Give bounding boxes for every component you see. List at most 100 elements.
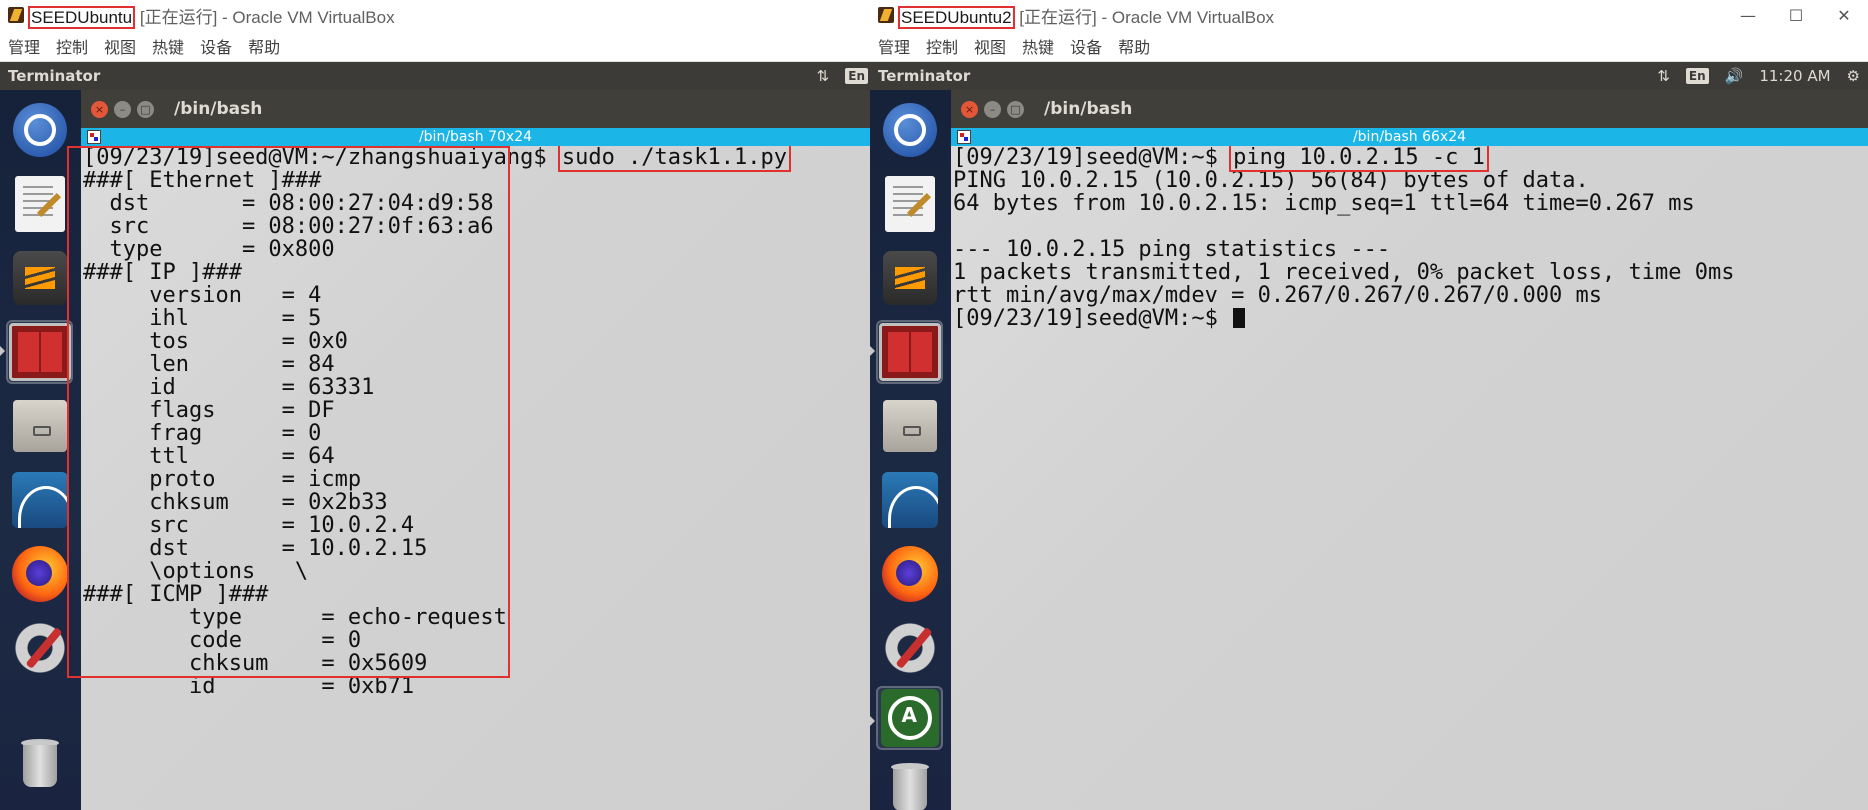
terminal-titlebar[interactable]: × – □ /bin/bash <box>951 90 1868 128</box>
launcher-text-editor[interactable] <box>876 172 943 236</box>
clock[interactable]: 11:20 AM <box>1759 67 1830 85</box>
terminator-icon <box>878 323 941 381</box>
launcher-software-updater[interactable] <box>876 686 943 750</box>
text-cursor <box>1233 308 1246 328</box>
output-line: PING 10.0.2.15 (10.0.2.15) 56(84) bytes … <box>953 168 1589 193</box>
output-line: 1 packets transmitted, 1 received, 0% pa… <box>953 260 1735 285</box>
launcher-system-settings[interactable] <box>6 616 73 680</box>
launcher-text-editor[interactable] <box>6 172 73 236</box>
output-line: version = 4 <box>83 283 322 308</box>
output-line: id = 63331 <box>83 375 375 400</box>
window-titlebar[interactable]: SEEDUbuntu2 [正在运行] - Oracle VM VirtualBo… <box>870 0 1868 30</box>
menu-manage[interactable]: 管理 <box>878 34 910 58</box>
launcher-firefox[interactable] <box>6 542 73 606</box>
unity-launcher <box>870 90 951 810</box>
output-line: id = 0xb71 <box>83 674 415 699</box>
close-icon[interactable]: × <box>961 100 978 118</box>
shell-prompt: [09/23/19]seed@VM:~/zhangshuaiyang$ <box>83 145 560 170</box>
launcher-terminator[interactable] <box>876 320 943 384</box>
terminal-tab-title: /bin/bash 66x24 <box>1352 129 1467 145</box>
menu-hotkeys[interactable]: 热键 <box>152 34 184 58</box>
output-line: len = 84 <box>83 352 335 377</box>
terminal-console[interactable]: [09/23/19]seed@VM:~$ ping 10.0.2.15 -c 1… <box>951 143 1868 331</box>
maximize-window-icon[interactable]: ☐ <box>1772 6 1820 25</box>
shell-prompt: [09/23/19]seed@VM:~$ <box>953 306 1232 331</box>
typed-command: ping 10.0.2.15 -c 1 <box>1229 143 1489 172</box>
keyboard-layout-indicator[interactable]: En <box>845 68 868 84</box>
sublime-text-icon <box>12 251 67 305</box>
active-app-name: Terminator <box>8 67 101 85</box>
menu-control[interactable]: 控制 <box>56 34 88 58</box>
maximize-icon[interactable]: □ <box>1007 100 1024 118</box>
output-line: ttl = 64 <box>83 444 335 469</box>
system-settings-icon <box>11 620 68 676</box>
network-icon[interactable]: ⇅ <box>817 67 830 85</box>
network-icon[interactable]: ⇅ <box>1657 67 1670 85</box>
window-titlebar[interactable]: SEEDUbuntu [正在运行] - Oracle VM VirtualBox <box>0 0 870 30</box>
unity-launcher <box>0 90 81 810</box>
menu-devices[interactable]: 设备 <box>200 34 232 58</box>
output-line: tos = 0x0 <box>83 329 348 354</box>
output-line: code = 0 <box>83 628 362 653</box>
launcher-firefox[interactable] <box>876 542 943 606</box>
launcher-files[interactable] <box>876 394 943 458</box>
unity-top-panel: Terminator ⇅ En <box>0 62 870 90</box>
menu-view[interactable]: 视图 <box>974 34 1006 58</box>
terminator-grid-icon[interactable] <box>957 130 971 144</box>
vm-window-seedubuntu: SEEDUbuntu [正在运行] - Oracle VM VirtualBox… <box>0 0 870 810</box>
keyboard-layout-indicator[interactable]: En <box>1685 68 1709 84</box>
menu-devices[interactable]: 设备 <box>1070 34 1102 58</box>
firefox-icon <box>11 546 68 602</box>
minimize-icon[interactable]: – <box>984 100 1001 118</box>
command-output: ###[ Ethernet ]### dst = 08:00:27:04:d9:… <box>83 169 868 698</box>
output-line: chksum = 0x5609 <box>83 651 428 676</box>
panel-indicators: ⇅ En <box>809 62 870 90</box>
minimize-icon[interactable]: – <box>114 100 131 118</box>
gear-icon[interactable]: ⚙ <box>1847 67 1860 85</box>
vm-name: SEEDUbuntu <box>28 5 136 29</box>
system-settings-icon <box>881 620 938 676</box>
menu-help[interactable]: 帮助 <box>1118 34 1150 58</box>
vbox-menubar: 管理 控制 视图 热键 设备 帮助 <box>0 30 870 62</box>
close-window-icon[interactable]: ✕ <box>1820 6 1868 25</box>
terminator-grid-icon[interactable] <box>87 130 101 144</box>
terminal-titlebar[interactable]: × – □ /bin/bash <box>81 90 870 128</box>
running-app-arrow <box>870 716 875 726</box>
launcher-ubuntu-dash[interactable] <box>6 98 73 162</box>
launcher-terminator[interactable] <box>6 320 73 384</box>
output-line: src = 08:00:27:0f:63:a6 <box>83 214 494 239</box>
launcher-sublime-text[interactable] <box>6 246 73 310</box>
panel-indicators: ⇅ En 🔊 11:20 AM ⚙ <box>1649 62 1868 90</box>
menu-help[interactable]: 帮助 <box>248 34 280 58</box>
launcher-system-settings[interactable] <box>876 616 943 680</box>
window-title-suffix: [正在运行] - Oracle VM VirtualBox <box>135 7 395 27</box>
output-line: dst = 10.0.2.15 <box>83 536 428 561</box>
command-output: PING 10.0.2.15 (10.0.2.15) 56(84) bytes … <box>953 169 1866 307</box>
launcher-sublime-text[interactable] <box>876 246 943 310</box>
wireshark-icon <box>11 472 68 528</box>
command-line: [09/23/19]seed@VM:~/zhangshuaiyang$ sudo… <box>83 143 868 172</box>
terminal-console[interactable]: [09/23/19]seed@VM:~/zhangshuaiyang$ sudo… <box>81 143 870 698</box>
close-icon[interactable]: × <box>91 100 108 118</box>
terminal-tab-bar[interactable]: /bin/bash 70x24 <box>81 128 870 146</box>
minimize-window-icon[interactable]: — <box>1724 6 1772 25</box>
volume-icon[interactable]: 🔊 <box>1725 67 1744 85</box>
maximize-icon[interactable]: □ <box>137 100 154 118</box>
launcher-files[interactable] <box>6 394 73 458</box>
menu-view[interactable]: 视图 <box>104 34 136 58</box>
terminator-window: × – □ /bin/bash /bin/bash 66x24 [09/23/1… <box>951 90 1868 810</box>
menu-manage[interactable]: 管理 <box>8 34 40 58</box>
launcher-wireshark[interactable] <box>876 468 943 532</box>
launcher-trash[interactable] <box>876 754 943 810</box>
launcher-trash[interactable] <box>6 730 73 794</box>
vm-window-seedubuntu2: SEEDUbuntu2 [正在运行] - Oracle VM VirtualBo… <box>870 0 1868 810</box>
files-icon <box>12 400 67 452</box>
files-icon <box>882 400 937 452</box>
menu-hotkeys[interactable]: 热键 <box>1022 34 1054 58</box>
launcher-ubuntu-dash[interactable] <box>876 98 943 162</box>
menu-control[interactable]: 控制 <box>926 34 958 58</box>
window-buttons: × – □ <box>961 100 1030 118</box>
launcher-wireshark[interactable] <box>6 468 73 532</box>
terminal-tab-bar[interactable]: /bin/bash 66x24 <box>951 128 1868 146</box>
output-line: 64 bytes from 10.0.2.15: icmp_seq=1 ttl=… <box>953 191 1695 216</box>
